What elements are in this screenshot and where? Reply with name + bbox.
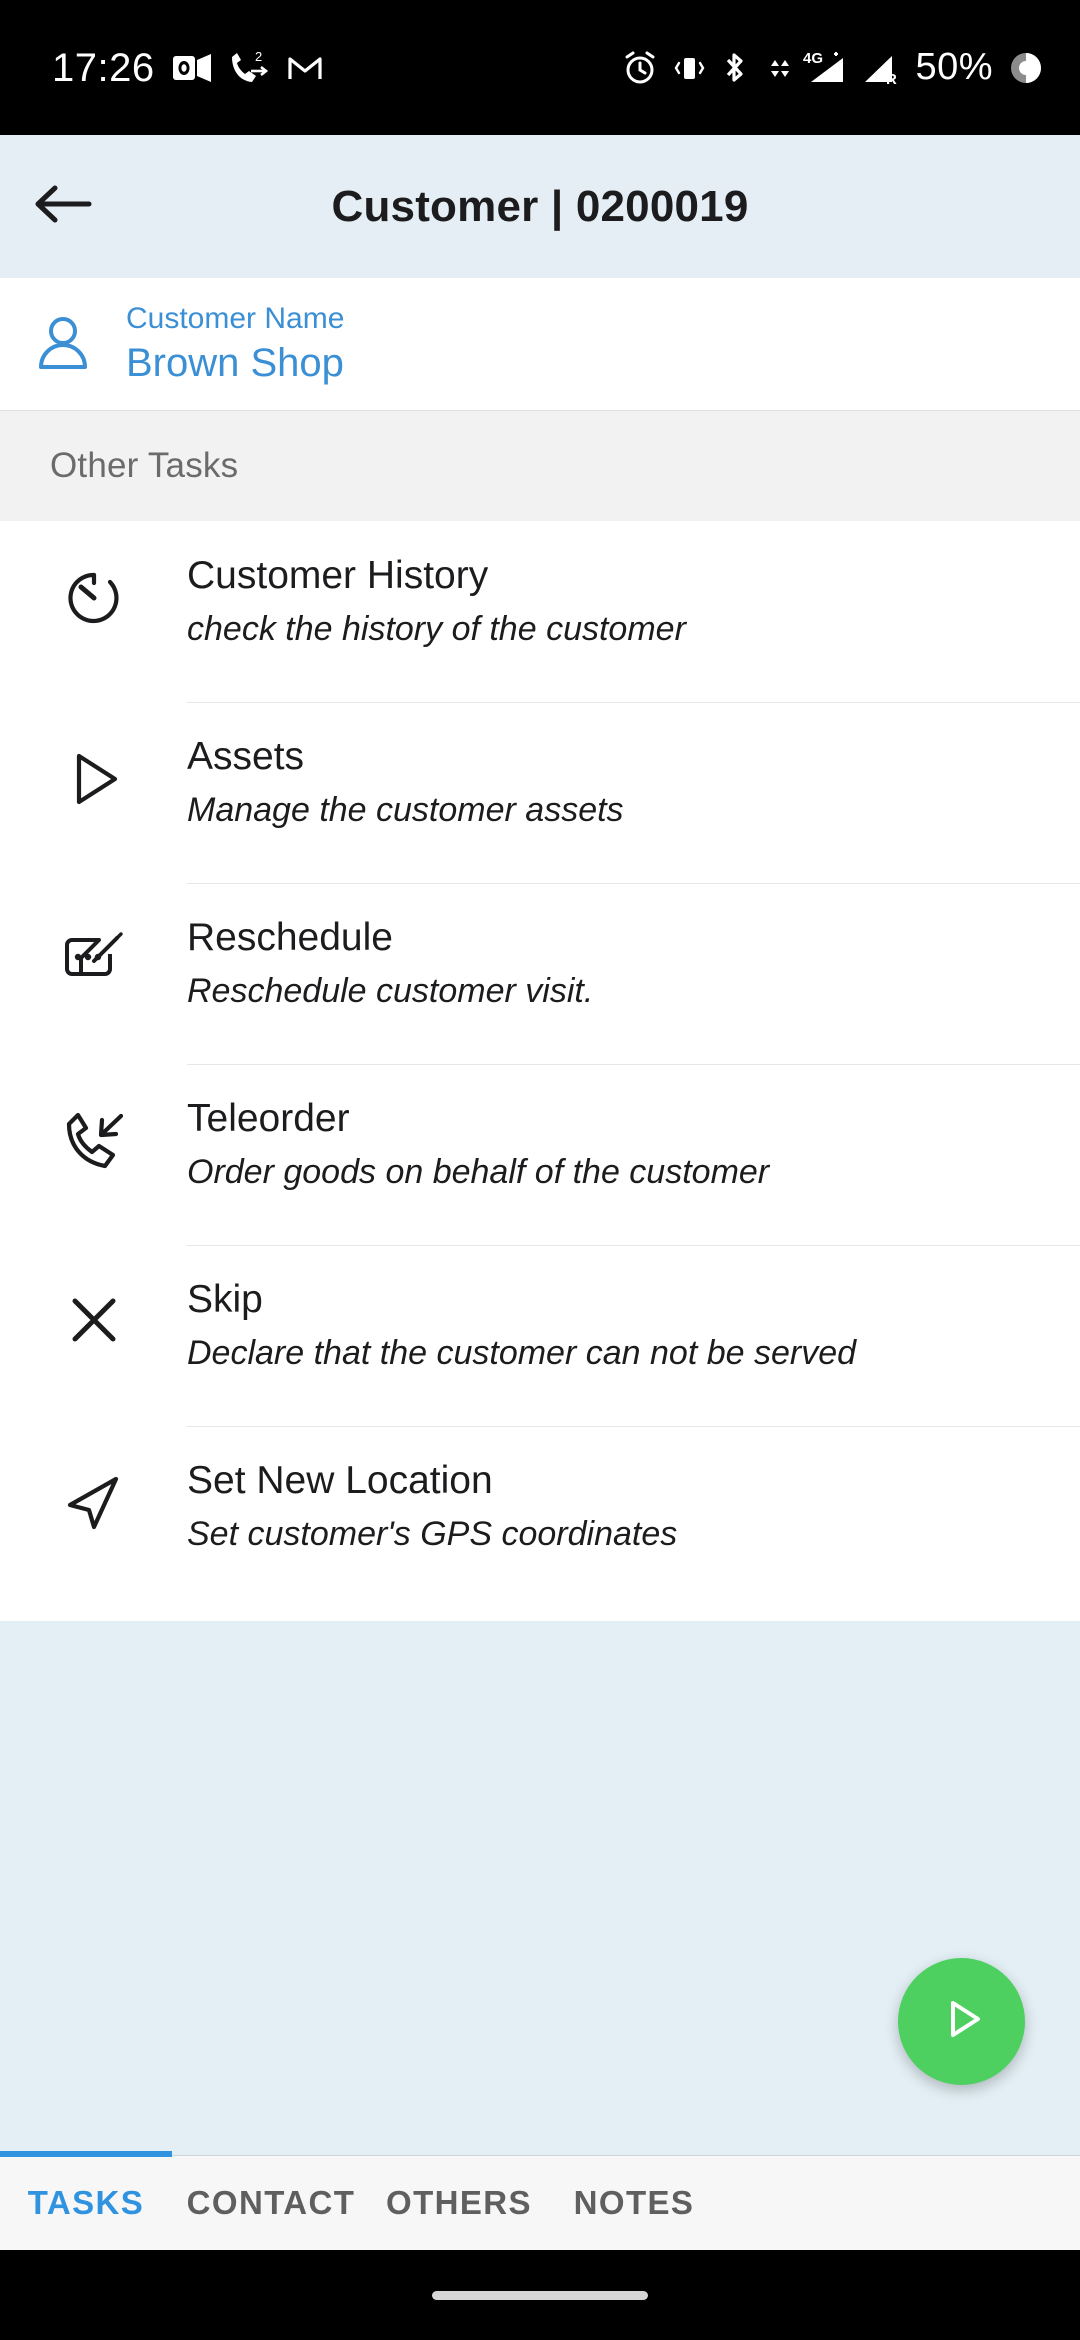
task-title: Teleorder bbox=[187, 1097, 350, 1140]
gesture-pill-handle[interactable] bbox=[432, 2290, 648, 2300]
task-item-set-new-location[interactable]: Set New Location Set customer's GPS coor… bbox=[0, 1426, 1080, 1607]
gmail-icon bbox=[287, 53, 323, 83]
customer-text-block: Customer Name Brown Shop bbox=[126, 302, 344, 387]
svg-text:R: R bbox=[886, 71, 897, 88]
customer-summary-card[interactable]: Customer Name Brown Shop bbox=[0, 278, 1080, 411]
row-divider bbox=[187, 1426, 1080, 1427]
task-text-block: Customer History check the history of th… bbox=[187, 553, 686, 650]
battery-percent-label: 50% bbox=[915, 46, 993, 88]
row-divider bbox=[187, 1064, 1080, 1065]
task-subtitle: Manage the customer assets bbox=[187, 790, 624, 829]
tab-label: NOTES bbox=[573, 2184, 695, 2221]
task-title: Set New Location bbox=[187, 1459, 493, 1502]
task-title: Skip bbox=[187, 1278, 263, 1321]
missed-call-icon: 2 bbox=[229, 51, 269, 85]
app-screen: 17:26 2 4G R 50% Customer | 0200019 Cust… bbox=[0, 0, 1080, 2340]
svg-text:2: 2 bbox=[255, 51, 262, 64]
status-bar-right: 4G R 50% bbox=[621, 46, 1046, 89]
customer-name-value: Brown Shop bbox=[126, 341, 344, 386]
status-bar: 17:26 2 4G R 50% bbox=[0, 0, 1080, 135]
task-item-reschedule[interactable]: Reschedule Reschedule customer visit. bbox=[0, 883, 1080, 1064]
task-title: Reschedule bbox=[187, 916, 393, 959]
play-triangle-icon bbox=[934, 1991, 990, 2052]
tab-label: OTHERS bbox=[386, 2184, 532, 2221]
start-visit-fab[interactable] bbox=[898, 1958, 1025, 2085]
task-subtitle: Reschedule customer visit. bbox=[187, 971, 594, 1010]
row-divider bbox=[187, 1245, 1080, 1246]
tab-contact[interactable]: CONTACT bbox=[172, 2156, 370, 2251]
task-item-customer-history[interactable]: Customer History check the history of th… bbox=[0, 521, 1080, 702]
back-button[interactable] bbox=[10, 135, 116, 278]
task-subtitle: Set customer's GPS coordinates bbox=[187, 1514, 678, 1553]
vibrate-icon bbox=[672, 51, 706, 85]
bottom-tab-bar: TASKS CONTACT OTHERS NOTES bbox=[0, 2150, 1080, 2251]
battery-circle-icon bbox=[1006, 48, 1046, 88]
customer-name-label: Customer Name bbox=[126, 301, 345, 335]
status-bar-left: 17:26 2 bbox=[52, 48, 323, 88]
task-title: Assets bbox=[187, 735, 305, 778]
task-item-assets[interactable]: Assets Manage the customer assets bbox=[0, 702, 1080, 883]
tab-label: TASKS bbox=[27, 2184, 145, 2221]
task-item-skip[interactable]: Skip Declare that the customer can not b… bbox=[0, 1245, 1080, 1426]
tab-tasks[interactable]: TASKS bbox=[0, 2150, 172, 2251]
row-divider bbox=[187, 702, 1080, 703]
alarm-icon bbox=[621, 49, 659, 87]
section-title: Other Tasks bbox=[50, 446, 239, 485]
signal-4g-plus-icon: 4G bbox=[803, 48, 849, 88]
bluetooth-icon bbox=[719, 50, 751, 86]
task-item-teleorder[interactable]: Teleorder Order goods on behalf of the c… bbox=[0, 1064, 1080, 1245]
play-triangle-icon bbox=[0, 734, 187, 810]
task-text-block: Skip Declare that the customer can not b… bbox=[187, 1277, 856, 1374]
signal-roaming-icon: R bbox=[862, 48, 902, 88]
task-text-block: Assets Manage the customer assets bbox=[187, 734, 624, 831]
arrow-left-icon bbox=[31, 176, 95, 237]
task-text-block: Teleorder Order goods on behalf of the c… bbox=[187, 1096, 769, 1193]
task-subtitle: check the history of the customer bbox=[187, 609, 686, 648]
row-divider bbox=[187, 883, 1080, 884]
tab-others[interactable]: OTHERS bbox=[370, 2156, 548, 2251]
rate-review-edit-icon bbox=[0, 915, 187, 987]
page-title: Customer | 0200019 bbox=[331, 181, 749, 231]
other-tasks-list: Customer History check the history of th… bbox=[0, 521, 1080, 1621]
task-text-block: Set New Location Set customer's GPS coor… bbox=[187, 1458, 677, 1555]
phone-callback-icon bbox=[0, 1096, 187, 1172]
data-transfer-icon bbox=[764, 50, 790, 86]
stopwatch-icon bbox=[0, 553, 187, 629]
task-title: Customer History bbox=[187, 554, 489, 597]
outlook-icon bbox=[172, 52, 211, 84]
task-text-block: Reschedule Reschedule customer visit. bbox=[187, 915, 593, 1012]
section-header-other-tasks: Other Tasks bbox=[0, 411, 1080, 521]
task-subtitle: Order goods on behalf of the customer bbox=[187, 1152, 770, 1191]
person-icon bbox=[0, 313, 126, 375]
svg-text:4G: 4G bbox=[803, 50, 823, 67]
task-subtitle: Declare that the customer can not be ser… bbox=[187, 1333, 857, 1372]
navigation-arrow-icon bbox=[0, 1458, 187, 1534]
status-time: 17:26 bbox=[52, 45, 155, 90]
tab-notes[interactable]: NOTES bbox=[548, 2156, 720, 2251]
android-navigation-bar bbox=[0, 2250, 1080, 2340]
tab-label: CONTACT bbox=[186, 2184, 356, 2221]
tab-active-indicator bbox=[0, 2150, 172, 2157]
close-x-icon bbox=[0, 1277, 187, 1349]
app-bar: Customer | 0200019 bbox=[0, 135, 1080, 278]
